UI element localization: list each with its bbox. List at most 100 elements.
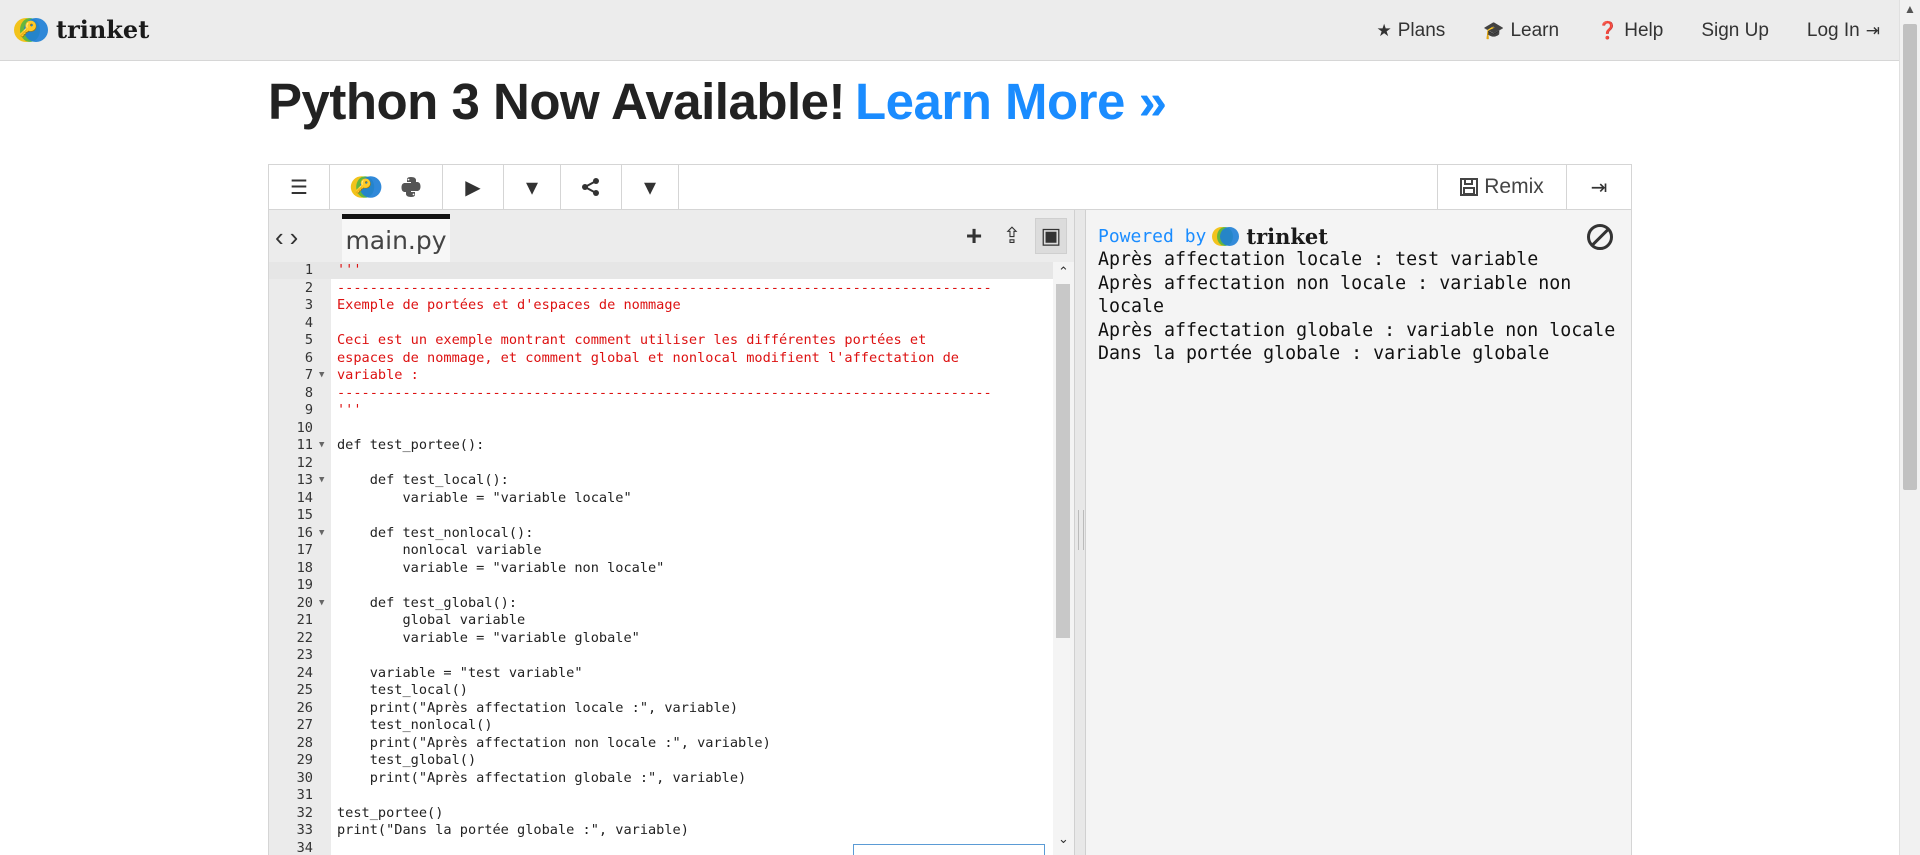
- code-scroll-up-icon[interactable]: ⌃: [1058, 264, 1069, 280]
- code-line[interactable]: 10: [269, 420, 1054, 437]
- nav-link-label: Learn: [1510, 19, 1560, 41]
- page-scrollbar[interactable]: ▲: [1899, 0, 1920, 855]
- save-icon: [1460, 178, 1479, 196]
- code-line[interactable]: 6 espaces de nommage, et comment global e…: [269, 350, 1054, 367]
- scroll-up-icon[interactable]: ▲: [1904, 2, 1916, 16]
- code-text: test_portee(): [337, 804, 444, 821]
- code-scrollbar-thumb[interactable]: [1056, 284, 1070, 638]
- console-output-line: Après affectation globale : variable non…: [1098, 319, 1616, 341]
- powered-by-trinket[interactable]: Powered by trinket: [1098, 224, 1328, 249]
- code-line[interactable]: 5 Ceci est un exemple montrant comment ut…: [269, 332, 1054, 349]
- line-number: 26: [296, 699, 313, 716]
- fold-arrow-icon[interactable]: ▼: [319, 437, 324, 454]
- nav-link-label: Plans: [1397, 19, 1446, 41]
- nav-link-log-in[interactable]: Log In ⇥: [1807, 20, 1880, 42]
- code-scrollbar[interactable]: ⌃ ⌄: [1053, 262, 1074, 855]
- line-number: 10: [296, 419, 313, 436]
- code-line[interactable]: 33 print("Dans la portée globale :", vari…: [269, 822, 1054, 839]
- code-line[interactable]: 32 test_portee(): [269, 805, 1054, 822]
- code-line[interactable]: 16 ▼ def test_nonlocal():: [269, 525, 1054, 542]
- line-number: 16: [296, 524, 313, 541]
- code-line[interactable]: 28 print("Après affectation non locale :…: [269, 735, 1054, 752]
- add-file-icon[interactable]: +: [959, 219, 989, 253]
- code-line[interactable]: 19: [269, 577, 1054, 594]
- run-button[interactable]: ▶: [443, 165, 504, 209]
- clear-output-icon[interactable]: [1587, 224, 1613, 250]
- panel-splitter[interactable]: [1074, 210, 1086, 855]
- code-line[interactable]: 3 Exemple de portées et d'espaces de nomm…: [269, 297, 1054, 314]
- splitter-grip[interactable]: [1078, 510, 1084, 550]
- line-number: 5: [304, 332, 313, 348]
- code-scroll-down-icon[interactable]: ⌄: [1058, 831, 1069, 847]
- code-line[interactable]: 25 test_local(): [269, 682, 1054, 699]
- code-line[interactable]: 13 ▼ def test_local():: [269, 472, 1054, 489]
- code-line[interactable]: 22 variable = "variable globale": [269, 630, 1054, 647]
- python-icon: [401, 177, 421, 197]
- code-text: test_nonlocal(): [337, 717, 493, 733]
- fold-arrow-icon[interactable]: ▼: [319, 472, 324, 489]
- code-line[interactable]: 1 ''': [269, 262, 1054, 279]
- code-text: Ceci est un exemple montrant comment uti…: [337, 332, 927, 348]
- run-options-dropdown[interactable]: ▾: [504, 165, 561, 209]
- trinket-logo-link[interactable]: 🔑 trinket: [14, 15, 149, 44]
- toggle-files-arrows-icon[interactable]: ‹›: [275, 222, 304, 253]
- code-line[interactable]: 27 test_nonlocal(): [269, 717, 1054, 734]
- code-line[interactable]: 12: [269, 455, 1054, 472]
- menu-button[interactable]: ☰: [269, 165, 330, 209]
- login-button[interactable]: ⇥: [1567, 165, 1631, 209]
- code-line[interactable]: 29 test_global(): [269, 752, 1054, 769]
- code-line[interactable]: 21 global variable: [269, 612, 1054, 629]
- nav-link-help[interactable]: ❓ Help: [1597, 20, 1663, 42]
- code-text: def test_nonlocal():: [337, 524, 534, 541]
- learn-more-link[interactable]: Learn More »: [855, 73, 1167, 130]
- console-output-line: Après affectation non locale : variable …: [1098, 272, 1572, 318]
- nav-link-label: Help: [1624, 19, 1664, 41]
- chevron-down-icon: ▾: [643, 173, 657, 201]
- nav-link-plans[interactable]: ★ Plans: [1377, 20, 1446, 42]
- share-button[interactable]: [561, 165, 622, 209]
- code-line[interactable]: 2 ---------------------------------------…: [269, 280, 1054, 297]
- code-line[interactable]: 23: [269, 647, 1054, 664]
- code-line[interactable]: 14 variable = "variable locale": [269, 490, 1054, 507]
- code-line[interactable]: 9 ''': [269, 402, 1054, 419]
- code-line[interactable]: 7 ▼ variable :: [269, 367, 1054, 384]
- code-line[interactable]: 17 nonlocal variable: [269, 542, 1054, 559]
- line-number: 7: [304, 367, 313, 383]
- line-number: 20: [296, 594, 313, 611]
- line-number: 4: [304, 314, 313, 331]
- image-library-icon[interactable]: ▣: [1035, 218, 1067, 254]
- code-line[interactable]: 20 ▼ def test_global():: [269, 595, 1054, 612]
- line-number: 11: [296, 437, 313, 453]
- remix-button[interactable]: Remix: [1438, 165, 1567, 209]
- code-area[interactable]: 1 ''' 2 -----------------------------------…: [269, 262, 1054, 855]
- fold-arrow-icon[interactable]: ▼: [319, 367, 324, 384]
- code-line[interactable]: 18 variable = "variable non locale": [269, 560, 1054, 577]
- top-navbar: 🔑 trinket ★ Plans 🎓 Learn ❓ Help Sign Up Log In…: [0, 0, 1920, 61]
- share-options-dropdown[interactable]: ▾: [622, 165, 679, 209]
- code-line[interactable]: 15: [269, 507, 1054, 524]
- code-line[interactable]: 26 print("Après affectation locale :", v…: [269, 700, 1054, 717]
- line-number: 2: [304, 279, 313, 296]
- code-line[interactable]: 30 print("Après affectation globale :", …: [269, 770, 1054, 787]
- line-number: 8: [304, 384, 313, 401]
- code-line[interactable]: 8 ---------------------------------------…: [269, 385, 1054, 402]
- code-line[interactable]: 4: [269, 315, 1054, 332]
- language-selector[interactable]: 🔑: [330, 165, 443, 209]
- fold-arrow-icon[interactable]: ▼: [319, 595, 324, 612]
- code-text: variable = "variable globale": [337, 629, 640, 646]
- code-line[interactable]: 31: [269, 787, 1054, 804]
- code-line[interactable]: 11 ▼ def test_portee():: [269, 437, 1054, 454]
- nav-link-sign-up[interactable]: Sign Up: [1701, 20, 1769, 42]
- code-text: print("Après affectation globale :", var…: [337, 769, 747, 786]
- output-panel: Powered by trinket Après affectation loc…: [1086, 210, 1632, 855]
- nav-link-learn[interactable]: 🎓 Learn: [1483, 20, 1559, 42]
- tab-main-py[interactable]: main.py: [342, 214, 450, 262]
- code-text: test_local(): [337, 682, 468, 698]
- upload-icon[interactable]: ⇪: [997, 219, 1027, 253]
- line-number: 3: [304, 297, 313, 313]
- help-circle-icon: ❓: [1597, 20, 1619, 40]
- page-scrollbar-thumb[interactable]: [1903, 24, 1917, 490]
- code-text: def test_portee():: [337, 437, 485, 453]
- code-line[interactable]: 24 variable = "test variable": [269, 665, 1054, 682]
- fold-arrow-icon[interactable]: ▼: [319, 525, 324, 542]
